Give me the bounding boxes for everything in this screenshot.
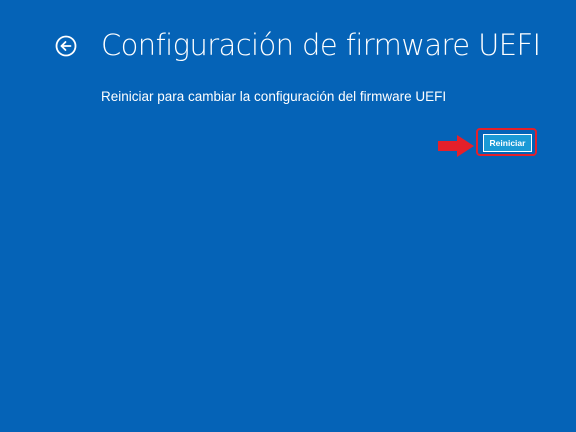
restart-description: Reiniciar para cambiar la configuración … (101, 89, 447, 104)
page-title: Configuración de firmware UEFI (101, 28, 541, 62)
restart-button[interactable]: Reiniciar (483, 134, 532, 152)
red-arrow-icon (437, 134, 475, 158)
back-arrow-circle-icon[interactable] (55, 35, 77, 57)
uefi-settings-screen: Configuración de firmware UEFI Reiniciar… (0, 0, 576, 432)
